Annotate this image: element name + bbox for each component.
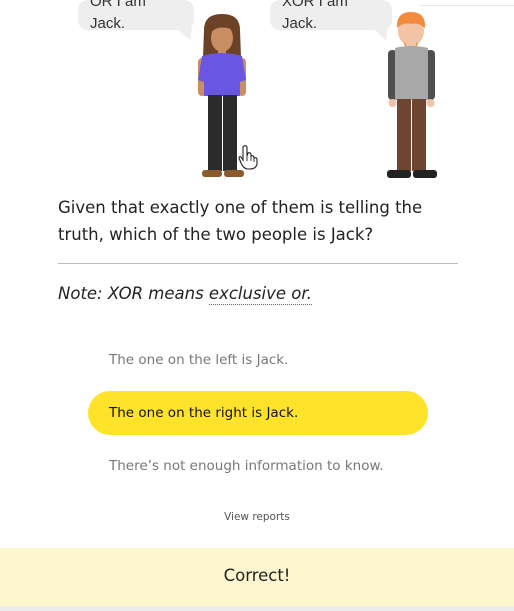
- right-speech-bubble: XOR I am Jack.: [270, 0, 392, 30]
- question-divider: [58, 263, 458, 264]
- choice-not-enough-info[interactable]: There’s not enough information to know.: [88, 444, 428, 488]
- note-term-link[interactable]: exclusive or.: [208, 284, 312, 305]
- choice-right-is-jack[interactable]: The one on the right is Jack.: [88, 391, 428, 435]
- bottom-strip: [0, 606, 514, 611]
- view-reports-link[interactable]: View reports: [0, 511, 514, 523]
- right-person: [387, 12, 437, 178]
- note: Note: XOR means exclusive or.: [58, 283, 458, 305]
- choice-left-is-jack[interactable]: The one on the left is Jack.: [88, 338, 428, 382]
- feedback-text: Correct!: [223, 566, 291, 585]
- feedback-banner: Correct!: [0, 548, 514, 606]
- note-prefix: Note: XOR means: [58, 284, 209, 303]
- left-speech-bubble: OR I am Jack.: [78, 0, 194, 30]
- left-speech-text: OR I am Jack.: [90, 0, 146, 30]
- right-speech-text: XOR I am Jack.: [282, 0, 348, 30]
- question-text: Given that exactly one of them is tellin…: [58, 198, 423, 244]
- hand-pointer-icon: [238, 145, 258, 170]
